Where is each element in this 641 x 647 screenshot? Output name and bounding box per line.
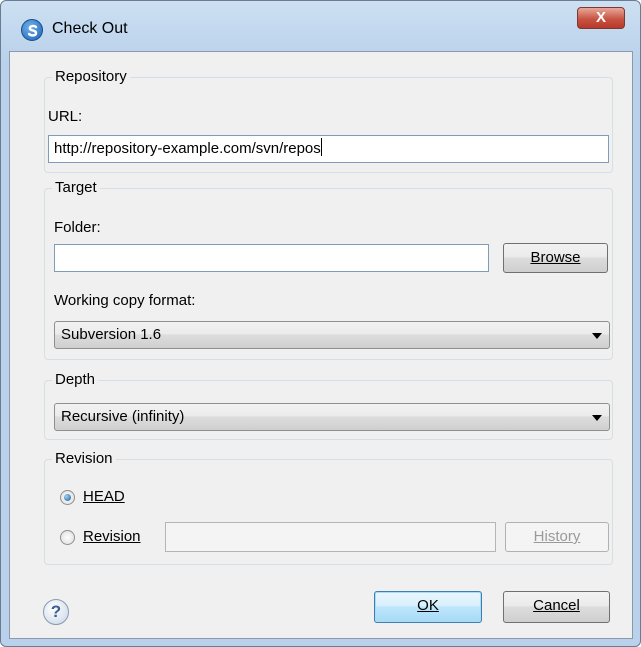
browse-label: Browse (530, 249, 581, 266)
url-input[interactable]: http://repository-example.com/svn/repos (48, 135, 609, 163)
repository-legend: Repository (52, 67, 130, 87)
dropdown-arrow-icon (592, 333, 602, 339)
help-icon[interactable]: ? (43, 599, 69, 625)
ok-label: OK (417, 597, 439, 614)
dropdown-arrow-icon (592, 415, 602, 421)
history-button[interactable]: History (505, 522, 609, 552)
ok-button[interactable]: OK (374, 591, 482, 623)
revision-radio[interactable] (60, 530, 75, 545)
head-radio[interactable] (60, 490, 75, 505)
url-value: http://repository-example.com/svn/repos (54, 140, 321, 157)
history-label: History (533, 528, 581, 545)
dialog-body: Repository URL: http://repository-exampl… (9, 51, 633, 639)
head-radio-label[interactable]: HEAD (83, 488, 125, 506)
working-copy-format-select[interactable]: Subversion 1.6 (54, 321, 610, 349)
browse-button[interactable]: Browse (503, 243, 608, 273)
cancel-label: Cancel (533, 597, 580, 614)
head-label-text: HEAD (83, 488, 125, 505)
app-icon (21, 19, 43, 41)
window-title: Check Out (52, 20, 128, 37)
target-legend: Target (52, 178, 100, 198)
cancel-button[interactable]: Cancel (503, 591, 610, 623)
close-icon: X (595, 9, 606, 26)
check-out-dialog: Check Out X Repository URL: http://repos… (0, 0, 641, 647)
title-bar[interactable]: Check Out X (1, 1, 640, 51)
depth-value: Recursive (infinity) (61, 408, 185, 425)
revision-number-input[interactable] (165, 522, 496, 552)
working-copy-format-label: Working copy format: (54, 292, 196, 309)
depth-select[interactable]: Recursive (infinity) (54, 403, 610, 431)
revision-radio-label[interactable]: Revision (83, 528, 141, 546)
revision-legend: Revision (52, 449, 116, 469)
url-label: URL: (48, 108, 83, 125)
working-copy-format-value: Subversion 1.6 (61, 326, 162, 343)
text-cursor (320, 138, 322, 156)
close-button[interactable]: X (577, 7, 625, 29)
folder-input[interactable] (54, 244, 489, 272)
depth-legend: Depth (52, 370, 99, 390)
folder-label: Folder: (54, 219, 101, 236)
revision-label-text: Revision (83, 528, 141, 545)
